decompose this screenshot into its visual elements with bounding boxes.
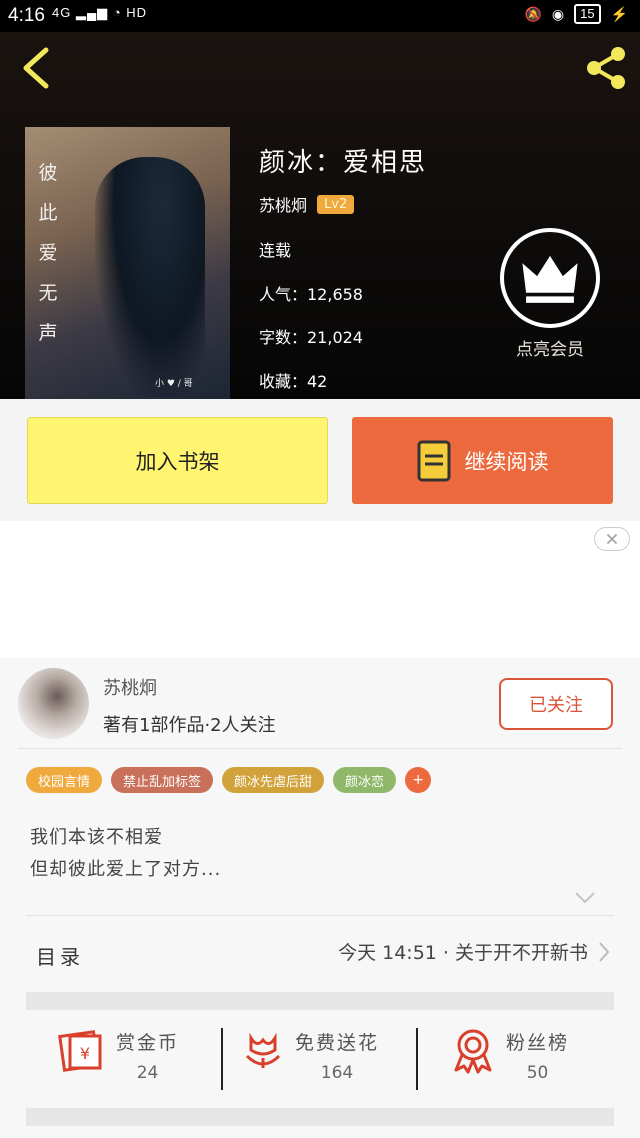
flowers-value: 164 [320,1063,354,1083]
serial-status: 连载 [259,241,292,260]
add-tag-button[interactable]: + [405,767,432,793]
popularity: 人气：12,658 [259,285,363,304]
cover-char: 爱 [38,242,58,264]
vip-crown-icon[interactable] [500,228,600,328]
book-title: 颜冰：爱相思 [259,148,428,178]
battery-level: 15 [580,6,595,21]
ad-banner [0,521,640,658]
share-icon[interactable] [582,44,630,92]
follow-button[interactable]: 已关注 [499,678,613,730]
book-info-panel: 苏桃炯 著有1部作品·2人关注 已关注 校园言情 禁止乱加标签 颜冰先虐后甜 颜… [0,658,640,1138]
tag-chip[interactable]: 颜冰先虐后甜 [222,767,325,793]
fans-label: 粉丝榜 [506,1032,570,1054]
close-icon[interactable] [594,527,630,551]
avatar[interactable] [18,668,89,739]
author-name[interactable]: 苏桃炯 [259,192,307,216]
cover-char: 彼 [38,162,58,184]
flowers-stat[interactable]: 免费送花 164 [243,1028,379,1094]
book-icon [417,440,450,481]
cover-figure [95,157,205,397]
cover-char: 此 [38,202,58,224]
description-line: 但却彼此爱上了对方... [30,859,222,880]
medal-icon [454,1029,492,1074]
latest-chapter-link[interactable]: 今天 14:51 · 关于开不开新书 [338,938,610,965]
divider [26,915,614,916]
level-badge: Lv2 [317,194,355,214]
cover-small-text: 小 ♥ / 哥 [155,379,193,389]
battery-icon: 15 [574,4,601,24]
signal-label: 4G [52,5,72,20]
coins-label: 赏金币 [116,1032,180,1054]
coins-stat[interactable]: ¥ 赏金币 24 [58,1028,179,1094]
word-count: 字数：21,024 [259,328,363,347]
tag-chip[interactable]: 禁止乱加标签 [111,767,214,793]
chevron-down-icon[interactable] [574,891,596,905]
cover-char: 无 [38,282,58,304]
book-header: 彼 此 爱 无 声 小 ♥ / 哥 颜冰：爱相思 苏桃炯 Lv2 连载 人气：1… [0,32,640,399]
signal-bars-icon: ▂▄▆ [75,5,109,20]
flowers-label: 免费送花 [295,1032,380,1054]
chevron-right-icon [599,941,610,962]
lock-rotation-icon: ◉ [551,5,565,22]
status-time: 4:16 [8,5,45,26]
fans-stat[interactable]: 粉丝榜 50 [452,1028,569,1094]
stat-divider [221,1028,223,1090]
favorites-count: 收藏：42 [259,372,328,391]
svg-text:¥: ¥ [80,1044,90,1063]
author-card-stats: 著有1部作品·2人关注 [103,715,276,736]
author-card-name[interactable]: 苏桃炯 [103,674,157,700]
tag-chip[interactable]: 颜冰恋 [333,767,397,793]
charging-icon: ⚡ [610,5,628,22]
cover-title-vertical: 彼 此 爱 无 声 [33,153,63,353]
flower-icon [245,1032,281,1068]
status-right: 🔕 ◉ 15 ⚡ [524,4,628,24]
coins-value: 24 [136,1063,159,1083]
wifi-icon: ◔ [112,5,122,20]
vip-label[interactable]: 点亮会员 [500,335,600,360]
mute-bell-icon: 🔕 [524,5,542,22]
description-line: 我们本该不相爱 [30,827,163,848]
divider [18,748,622,749]
book-description: 我们本该不相爱 但却彼此爱上了对方... [30,822,221,886]
tag-list: 校园言情 禁止乱加标签 颜冰先虐后甜 颜冰恋 + [26,767,432,793]
book-cover[interactable]: 彼 此 爱 无 声 小 ♥ / 哥 [25,127,230,399]
action-bar: 加入书架 继续阅读 [0,399,640,521]
stat-divider [416,1028,418,1090]
toc-label[interactable]: 目录 [36,941,84,970]
author-row: 苏桃炯 Lv2 [259,192,355,216]
continue-reading-button[interactable]: 继续阅读 [352,417,613,504]
continue-reading-label: 继续阅读 [464,449,549,474]
add-to-shelf-button[interactable]: 加入书架 [27,417,328,504]
section-separator [26,1108,614,1126]
red-envelope-icon: ¥ [58,1030,102,1072]
tag-chip[interactable]: 校园言情 [26,767,103,793]
back-arrow-icon[interactable] [18,46,54,90]
hd-label: HD [126,5,148,20]
section-separator [26,992,614,1010]
fans-value: 50 [526,1063,549,1083]
status-bar: 4:16 4G ▂▄▆ ◔ HD 🔕 ◉ 15 ⚡ [0,0,640,32]
network-indicator: 4G ▂▄▆ ◔ HD [52,5,147,21]
cover-char: 声 [38,322,58,344]
latest-chapter-text: 今天 14:51 · 关于开不开新书 [338,942,588,964]
